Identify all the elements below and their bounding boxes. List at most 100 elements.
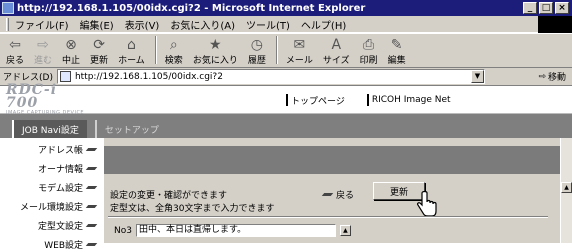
nav-item-label: 定型文設定 [37, 221, 83, 232]
toolbar-label: 更新 [90, 56, 109, 66]
address-url: http://192.168.1.105/00idx.cgi?2 [74, 71, 223, 82]
ricoh-image-net-label: RICOH Image Net [371, 95, 451, 105]
back-label: 戻る [336, 191, 355, 201]
menu-tools[interactable]: ツール(T) [246, 17, 290, 32]
nav-tick-icon [85, 204, 98, 208]
title-bar: http://192.168.1.105/00idx.cgi?2 - Micro… [0, 0, 572, 16]
nav-item-label: モデム設定 [38, 183, 83, 194]
row-number: No3 [114, 225, 132, 236]
logo-text: RDC-i 700 [6, 82, 58, 111]
tab-job-navi[interactable]: JOB Navi設定 [12, 120, 87, 138]
vertical-scrollbar[interactable]: ▲ [560, 138, 572, 243]
forward-arrow-button[interactable]: ⇨ 進む [34, 34, 52, 66]
template-row: No3 田中、本日は直帰します。 ▲ [114, 224, 351, 237]
print-button[interactable]: ⎙ 印刷 [360, 34, 378, 66]
page-icon [59, 71, 71, 82]
nav-item[interactable]: WEB設定 [0, 236, 104, 252]
windows-logo [538, 16, 572, 33]
info-message: 設定の変更・確認ができます [110, 191, 228, 201]
back-tick-icon [321, 193, 334, 196]
tab-bar: JOB Navi設定 セットアップ [0, 114, 572, 138]
top-page-link[interactable]: トップページ [286, 94, 345, 107]
close-button[interactable]: × [555, 2, 569, 14]
stop-button[interactable]: ⊗ 中止 [62, 34, 80, 66]
nav-item-label: メール環境設定 [19, 202, 83, 213]
top-page-label: トップページ [291, 96, 345, 107]
go-label: 移動 [547, 73, 566, 83]
nav-item-label: WEB設定 [44, 240, 83, 251]
nav-item[interactable]: メール環境設定 [0, 198, 104, 214]
panel-header [104, 146, 560, 174]
nav-item[interactable]: 定型文設定 [0, 217, 104, 233]
scroll-up-button[interactable]: ▲ [561, 182, 572, 193]
template-text-input[interactable]: 田中、本日は直帰します。 [135, 224, 336, 237]
menu-grip [6, 17, 9, 31]
toolbar-label: ホーム [118, 56, 145, 66]
address-dropdown-button[interactable]: ▼ [470, 70, 484, 83]
home-icon: ⌂ [126, 37, 136, 53]
nav-item[interactable]: アドレス帳 [0, 141, 104, 157]
toolbar-label: 印刷 [359, 56, 378, 66]
favorites-button[interactable]: ★ お気に入り [193, 34, 238, 66]
search-button[interactable]: ⌕ 検索 [165, 34, 183, 66]
toolbar-label: お気に入り [192, 56, 238, 66]
rdc-logo: RDC-i 700 IMAGE CAPTURING DEVICE [0, 82, 90, 116]
back-arrow-button[interactable]: ⇦ 戻る [6, 34, 24, 66]
nav-item[interactable]: モデム設定 [0, 179, 104, 195]
nav-item[interactable]: オーナ情報 [0, 160, 104, 176]
toolbar-separator [275, 36, 278, 64]
divider [108, 216, 548, 218]
back-link[interactable]: 戻る [321, 188, 355, 201]
tab-setup[interactable]: セットアップ [94, 120, 167, 138]
nav-tick-icon [85, 166, 98, 170]
refresh-icon: ⟳ [93, 37, 105, 53]
nav-tick-icon [85, 223, 98, 227]
search-icon: ⌕ [169, 37, 178, 53]
toolbar-label: 編集 [387, 56, 406, 66]
edit-icon: ✎ [390, 37, 403, 53]
maximize-button[interactable]: □ [539, 2, 553, 14]
edit-button[interactable]: ✎ 編集 [388, 34, 406, 66]
history-icon: ◷ [250, 37, 263, 53]
toolbar-label: 履歴 [247, 56, 266, 66]
toolbar-label: 検索 [164, 56, 183, 66]
side-nav: アドレス帳オーナ情報モデム設定メール環境設定定型文設定 WEB設定 [0, 138, 104, 251]
nav-tick-icon [85, 185, 98, 189]
ricoh-image-net-link[interactable]: RICOH Image Net [366, 94, 451, 106]
menu-file[interactable]: ファイル(F) [15, 17, 69, 32]
menu-view[interactable]: 表示(V) [125, 17, 160, 32]
menu-bar: ファイル(F) 編集(E) 表示(V) お気に入り(A) ツール(T) ヘルプ(… [0, 16, 572, 33]
home-button[interactable]: ⌂ ホーム [118, 34, 145, 66]
minimize-button[interactable]: _ [523, 2, 537, 14]
stop-icon: ⊗ [65, 37, 77, 53]
go-button[interactable]: ⇨ 移動 [538, 70, 566, 84]
size-button[interactable]: A サイズ [323, 34, 350, 66]
forward-arrow-icon: ⇨ [37, 37, 49, 53]
refresh-button[interactable]: ⟳ 更新 [90, 34, 108, 66]
row-scroll-button[interactable]: ▲ [339, 225, 351, 236]
go-arrow-icon: ⇨ [538, 71, 546, 82]
toolbar-label: 戻る [6, 56, 25, 66]
favorites-icon: ★ [209, 37, 222, 53]
window-title: http://192.168.1.105/00idx.cgi?2 - Micro… [17, 2, 366, 14]
main-panel: 設定の変更・確認ができます 定型文は、全角30文字まで入力できます 戻る 更新 … [104, 138, 560, 243]
link-bar-icon [366, 94, 369, 106]
print-icon: ⎙ [363, 37, 375, 53]
toolbar-separator [154, 36, 157, 64]
menu-edit[interactable]: 編集(E) [80, 17, 114, 32]
info-message-limit: 定型文は、全角30文字まで入力できます [110, 204, 275, 214]
toolbar-label: 進む [34, 56, 53, 66]
menu-favorites[interactable]: お気に入り(A) [170, 17, 235, 32]
toolbar-label: 中止 [62, 56, 81, 66]
ie-icon [2, 2, 14, 14]
address-input[interactable]: http://192.168.1.105/00idx.cgi?2 ▼ [56, 69, 485, 84]
link-bar-icon [286, 94, 288, 106]
history-button[interactable]: ◷ 履歴 [248, 34, 266, 66]
mail-button[interactable]: ✉ メール [286, 34, 313, 66]
size-icon: A [331, 37, 342, 53]
site-banner: RDC-i 700 IMAGE CAPTURING DEVICE トップページ … [0, 82, 572, 116]
toolbar-label: メール [285, 56, 313, 66]
nav-item-label: オーナ情報 [37, 164, 83, 175]
standard-toolbar: ⇦ 戻る ⇨ 進む ⊗ 中止 ⟳ 更新 ⌂ ホーム ⌕ 検索 ★ お気に入り ◷ 履歴 ✉ メール A サイズ ⎙ 印刷 ✎… [0, 34, 572, 68]
menu-help[interactable]: ヘルプ(H) [301, 17, 346, 32]
